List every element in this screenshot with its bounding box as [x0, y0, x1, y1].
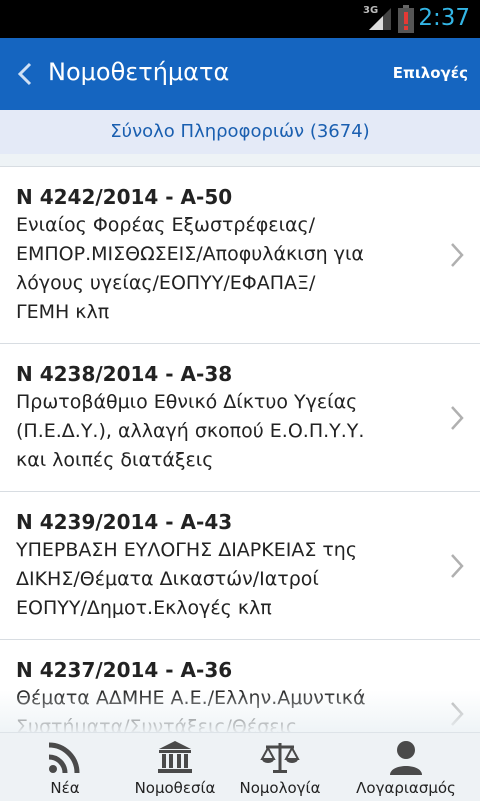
nav-label: Νομολογία	[239, 779, 321, 797]
nav-item-news[interactable]: Νέα	[0, 733, 130, 801]
rss-icon	[48, 742, 80, 774]
clock: 2:37	[418, 5, 470, 31]
laws-list: Ν 4242/2014 - Α-50 Ενιαίος Φορέας Εξωστρ…	[0, 154, 480, 732]
nav-label: Νομοθεσία	[134, 779, 216, 797]
chevron-right-icon	[451, 406, 464, 430]
nav-label: Λογαριασμός	[356, 779, 456, 797]
law-list-item[interactable]: Ν 4242/2014 - Α-50 Ενιαίος Φορέας Εξωστρ…	[0, 166, 480, 343]
nav-item-account[interactable]: Λογαριασμός	[332, 733, 480, 801]
signal-icon	[369, 8, 391, 30]
page-title: Νομοθετήματα	[48, 58, 230, 86]
law-list-item[interactable]: Ν 4239/2014 - Α-43 ΥΠΕΡΒΑΣΗ ΕΥΛΟΓΗΣ ΔΙΑΡ…	[0, 491, 480, 639]
law-list-item[interactable]: Ν 4237/2014 - Α-36 Θέματα ΑΔΜΗΕ Α.Ε./Ελλ…	[0, 639, 480, 732]
summary-bar: Σύνολο Πληροφοριών (3674)	[0, 110, 480, 154]
law-description: ΥΠΕΡΒΑΣΗ ΕΥΛΟΓΗΣ ΔΙΑΡΚΕΙΑΣ της ΔΙΚΗΣ/Θέμ…	[16, 539, 357, 619]
battery-alert-icon	[398, 5, 414, 33]
scales-icon	[260, 743, 300, 773]
bottom-nav: Νέα Νομοθεσία Νομολογία Λογαριασμός	[0, 732, 480, 801]
back-chevron-icon[interactable]	[12, 60, 40, 88]
law-list-item[interactable]: Ν 4238/2014 - Α-38 Πρωτοβάθμιο Εθνικό Δί…	[0, 343, 480, 491]
law-number: Ν 4242/2014 - Α-50	[16, 185, 233, 209]
law-description: Θέματα ΑΔΜΗΕ Α.Ε./Ελλην.Αμυντικά Συστήμα…	[16, 687, 366, 732]
chevron-right-icon	[451, 554, 464, 578]
options-button[interactable]: Επιλογές	[393, 64, 468, 82]
law-description: Πρωτοβάθμιο Εθνικό Δίκτυο Υγείας (Π.Ε.Δ.…	[16, 391, 365, 471]
nav-item-legislation[interactable]: Νομοθεσία	[115, 733, 235, 801]
law-number: Ν 4238/2014 - Α-38	[16, 362, 233, 386]
nav-item-case-law[interactable]: Νομολογία	[225, 733, 335, 801]
law-number: Ν 4237/2014 - Α-36	[16, 658, 233, 682]
courthouse-icon	[158, 741, 192, 773]
law-description: Ενιαίος Φορέας Εξωστρέφειας/ ΕΜΠΟΡ.ΜΙΣΘΩ…	[16, 214, 364, 323]
summary-text: Σύνολο Πληροφοριών (3674)	[110, 121, 370, 142]
law-number: Ν 4239/2014 - Α-43	[16, 510, 233, 534]
chevron-right-icon	[451, 243, 464, 267]
action-bar: Νομοθετήματα Επιλογές	[0, 38, 480, 110]
user-icon	[390, 741, 422, 775]
nav-label: Νέα	[50, 779, 80, 797]
chevron-right-icon	[451, 702, 464, 726]
status-bar: 3G 2:37	[0, 0, 480, 38]
